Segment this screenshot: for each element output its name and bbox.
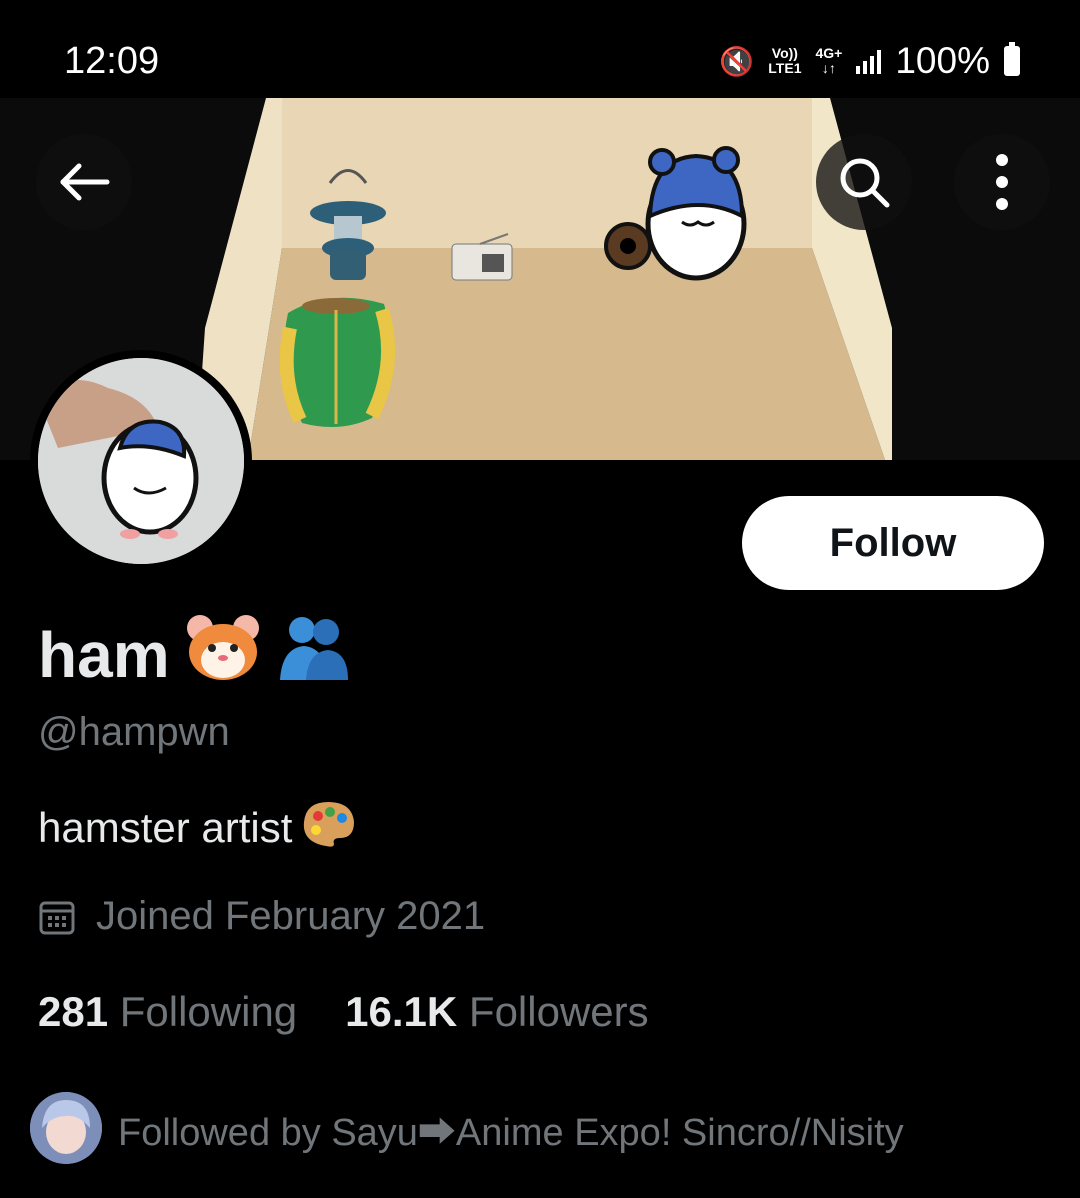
display-name: ham bbox=[38, 612, 350, 697]
hamster-emoji-icon bbox=[184, 612, 262, 697]
following-label: Following bbox=[119, 988, 298, 1035]
followers-count: 16.1K bbox=[345, 988, 458, 1035]
data-activity-label: ↓↑ bbox=[821, 60, 836, 76]
status-icons: 🔇 Vo)) LTE1 4G+ ↓↑ 100% bbox=[719, 40, 1020, 82]
search-button[interactable] bbox=[816, 134, 912, 230]
volte-indicator: Vo)) LTE1 bbox=[768, 46, 801, 76]
mute-icon: 🔇 bbox=[719, 45, 755, 77]
battery-icon bbox=[1004, 42, 1020, 76]
more-vertical-icon bbox=[996, 154, 1008, 210]
arrow-left-icon bbox=[60, 163, 110, 201]
more-options-button[interactable] bbox=[954, 134, 1050, 230]
back-button[interactable] bbox=[36, 134, 132, 230]
follower-avatar bbox=[30, 1092, 102, 1164]
followed-by[interactable]: Followed by Sayu⮕Anime Expo! Sincro//Nis… bbox=[30, 1092, 904, 1164]
people-hugging-icon bbox=[276, 612, 350, 697]
sleeping-bag-illustration bbox=[279, 297, 396, 427]
network-type-label: 4G+ bbox=[815, 45, 843, 61]
artist-palette-icon bbox=[300, 798, 356, 858]
joined-text: Joined February 2021 bbox=[96, 894, 486, 938]
network-indicator: 4G+ ↓↑ bbox=[816, 46, 843, 76]
volte-label: Vo)) bbox=[771, 45, 798, 61]
followers-stat[interactable]: 16.1K Followers bbox=[345, 988, 648, 1036]
joined-date: Joined February 2021 bbox=[38, 894, 485, 939]
status-bar: 12:09 🔇 Vo)) LTE1 4G+ ↓↑ 100% bbox=[0, 0, 1080, 98]
user-handle: @hampwn bbox=[38, 710, 230, 754]
followers-label: Followers bbox=[468, 988, 649, 1035]
following-stat[interactable]: 281 Following bbox=[38, 988, 297, 1036]
bio: hamster artist bbox=[38, 798, 356, 858]
display-name-text: ham bbox=[38, 618, 170, 691]
avatar-image bbox=[38, 358, 244, 564]
follow-button[interactable]: Follow bbox=[742, 496, 1044, 590]
calendar-icon bbox=[39, 901, 75, 934]
following-count: 281 bbox=[38, 988, 109, 1035]
avatar[interactable] bbox=[30, 350, 252, 572]
battery-percent: 100% bbox=[895, 40, 990, 81]
lte-label: LTE1 bbox=[768, 60, 802, 76]
bio-text: hamster artist bbox=[38, 804, 293, 851]
followed-by-text: Followed by Sayu⮕Anime Expo! Sincro//Nis… bbox=[118, 1111, 904, 1154]
signal-icon bbox=[856, 48, 882, 74]
follow-stats: 281 Following 16.1K Followers bbox=[38, 988, 649, 1036]
status-time: 12:09 bbox=[64, 40, 160, 82]
search-icon bbox=[840, 158, 890, 208]
